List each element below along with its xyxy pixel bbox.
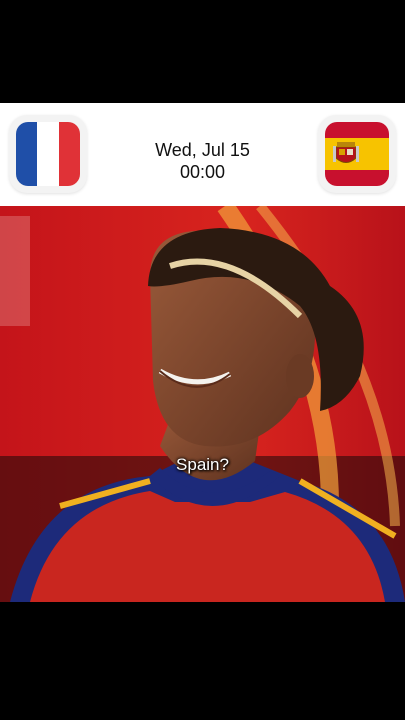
spain-crest-icon <box>333 142 359 163</box>
match-info: Wed, Jul 15 00:00 <box>100 139 305 183</box>
bottom-letterbox <box>0 602 405 720</box>
spain-flag-icon <box>325 122 389 186</box>
home-team-tile <box>9 115 87 193</box>
video-caption: Spain? <box>176 455 229 474</box>
video-frame[interactable]: Spain? <box>0 206 405 602</box>
france-flag-icon <box>16 122 80 186</box>
match-time: 00:00 <box>179 162 226 182</box>
match-card: Wed, Jul 15 00:00 <box>0 103 405 206</box>
player-photo <box>0 206 405 602</box>
top-letterbox <box>0 0 405 103</box>
match-date: Wed, Jul 15 <box>155 140 250 160</box>
away-team-tile <box>318 115 396 193</box>
